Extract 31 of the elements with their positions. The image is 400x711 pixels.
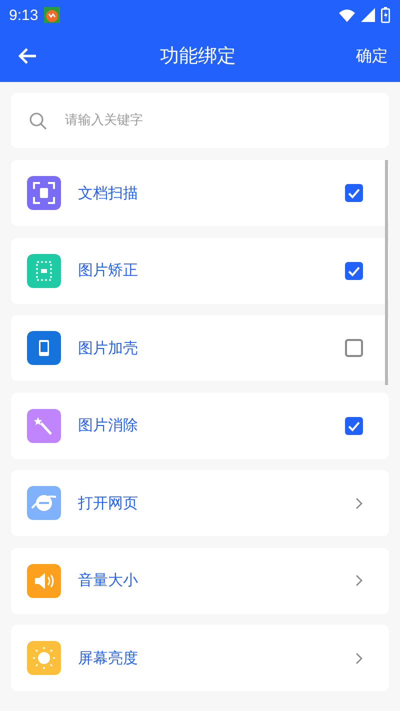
search-field[interactable]: 请输入关键字 xyxy=(63,112,371,129)
page-title: 功能绑定 xyxy=(159,44,237,69)
function-item[interactable]: 图片矫正 xyxy=(11,238,389,304)
battery-icon xyxy=(381,7,390,23)
function-label: 打开网页 xyxy=(78,494,139,512)
function-label: 图片矫正 xyxy=(78,261,139,280)
status-time: 9:13 xyxy=(9,6,38,24)
confirm-button[interactable]: 确定 xyxy=(356,46,388,66)
search-icon xyxy=(29,112,47,130)
checkbox[interactable] xyxy=(345,416,363,434)
app-notification-icon xyxy=(44,7,60,23)
function-label: 文档扫描 xyxy=(78,184,139,202)
search-bar[interactable]: 请输入关键字 xyxy=(11,93,389,148)
function-item[interactable]: 屏幕亮度 xyxy=(11,625,389,691)
function-label: 屏幕亮度 xyxy=(78,648,139,668)
function-item[interactable]: 图片加壳 xyxy=(11,315,389,381)
function-label: 音量大小 xyxy=(78,571,139,590)
function-item[interactable]: 图片消除 xyxy=(11,392,389,458)
function-label: 图片消除 xyxy=(78,416,139,435)
function-item[interactable]: 文档扫描 xyxy=(11,160,389,226)
chevron-right-icon xyxy=(355,574,363,587)
function-item[interactable]: 音量大小 xyxy=(11,548,389,614)
checkbox[interactable] xyxy=(345,262,363,280)
wifi-icon xyxy=(339,8,355,22)
function-label: 图片加壳 xyxy=(78,338,139,358)
checkbox[interactable] xyxy=(345,184,363,202)
function-item[interactable]: 打开网页 xyxy=(11,470,389,536)
chevron-right-icon xyxy=(355,496,363,510)
chevron-right-icon xyxy=(355,652,363,664)
checkbox[interactable] xyxy=(345,339,363,357)
signal-icon xyxy=(361,8,375,22)
